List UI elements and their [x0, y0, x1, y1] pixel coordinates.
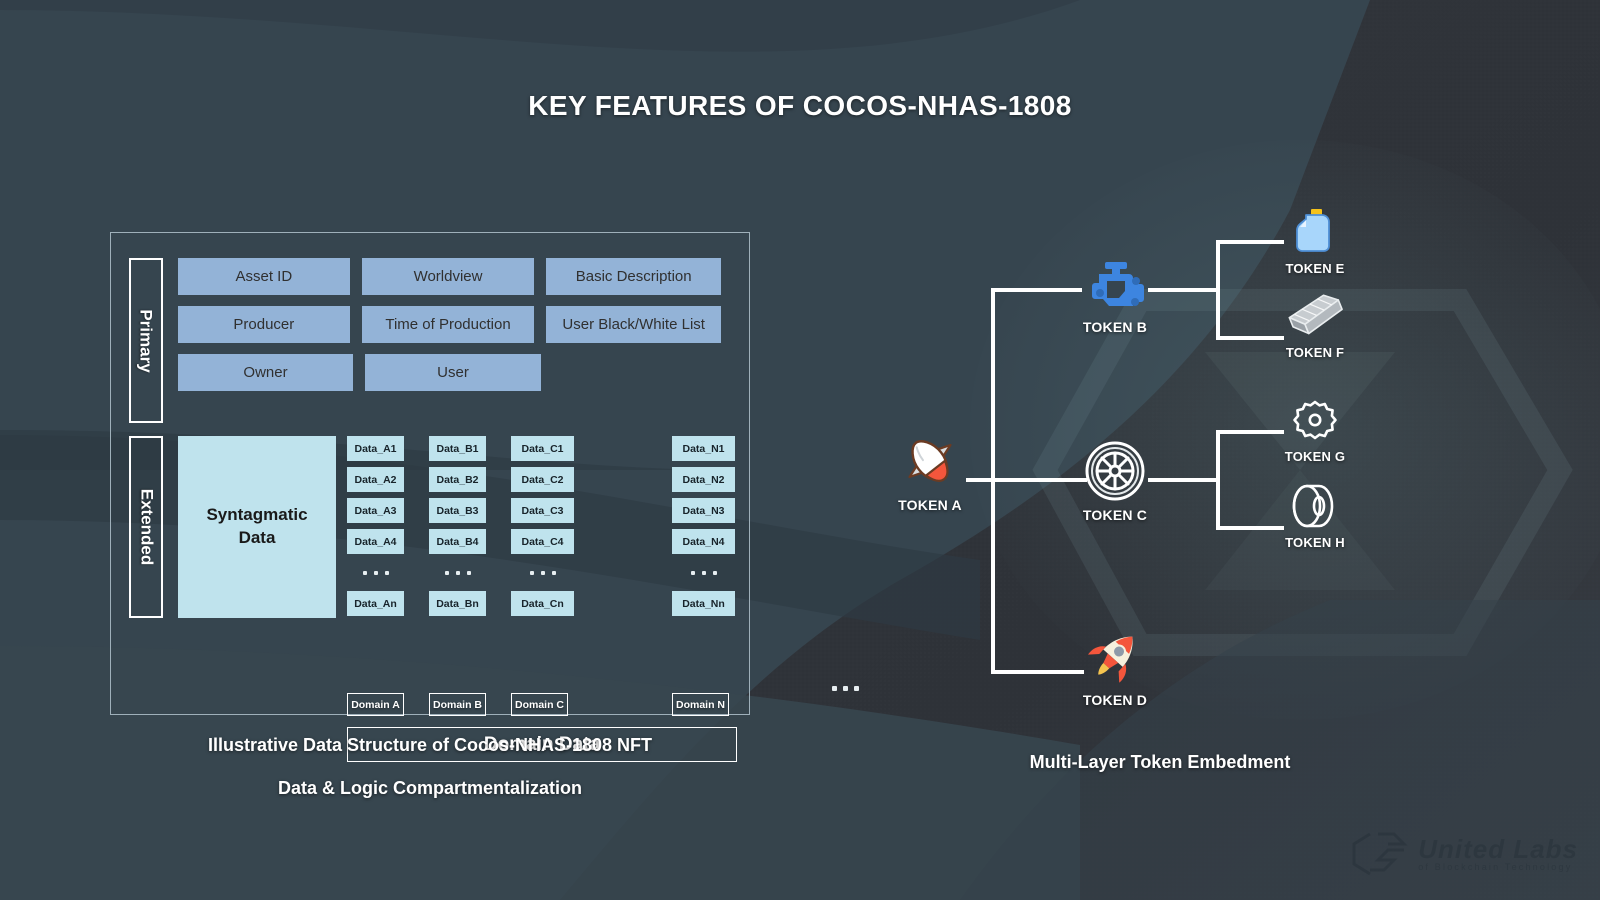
- token-node-b-label: TOKEN B: [1082, 319, 1148, 335]
- data-cell-last[interactable]: Data_Cn: [511, 591, 574, 616]
- token-node-g-label: TOKEN G: [1284, 449, 1346, 464]
- space-shuttle-icon: [860, 430, 1000, 492]
- primary-field-asset-id[interactable]: Asset ID: [178, 258, 350, 295]
- watermark: United Labs of Blockchain Technology: [1348, 830, 1578, 878]
- token-node-f[interactable]: TOKEN F: [1245, 292, 1385, 360]
- token-node-b[interactable]: TOKEN B: [1045, 252, 1185, 335]
- page-title: KEY FEATURES OF COCOS-NHAS-1808: [528, 90, 1072, 121]
- oil-jug-icon: [1245, 208, 1385, 256]
- rocket-icon: [1045, 625, 1185, 687]
- data-cell-last[interactable]: Data_An: [347, 591, 404, 616]
- gear-icon: [1245, 396, 1385, 444]
- domain-chip-row: Domain A Domain B Domain C Domain N: [347, 693, 737, 717]
- token-node-h[interactable]: TOKEN H: [1245, 482, 1385, 550]
- data-column-a: Data_A1 Data_A2 Data_A3 Data_A4 Data_An: [347, 436, 404, 622]
- column-ellipsis: [429, 560, 486, 585]
- token-node-h-label: TOKEN H: [1285, 535, 1345, 550]
- token-node-d[interactable]: TOKEN D: [1045, 625, 1185, 708]
- primary-field-user[interactable]: User: [365, 354, 541, 391]
- right-caption: Multi-Layer Token Embedment: [1029, 752, 1291, 772]
- watermark-main: United Labs: [1418, 833, 1578, 864]
- token-node-f-label: TOKEN F: [1285, 345, 1345, 360]
- primary-field-owner[interactable]: Owner: [178, 354, 353, 391]
- data-cell[interactable]: Data_N2: [672, 467, 735, 492]
- domain-chip-n[interactable]: Domain N: [672, 693, 729, 716]
- primary-field-producer[interactable]: Producer: [178, 306, 350, 343]
- data-cell[interactable]: Data_C3: [511, 498, 574, 523]
- data-cell[interactable]: Data_B4: [429, 529, 486, 554]
- primary-field-user-black-white-list[interactable]: User Black/White List: [546, 306, 721, 343]
- data-cell-last[interactable]: Data_Nn: [672, 591, 735, 616]
- wheel-rim-icon: [1045, 440, 1185, 502]
- primary-row: Asset ID Worldview Basic Description: [178, 258, 733, 295]
- syntagmatic-data-label: Syntagmatic Data: [206, 505, 308, 547]
- token-node-e-label: TOKEN E: [1285, 261, 1345, 276]
- section-tag-extended: Extended: [129, 436, 163, 618]
- watermark-text: United Labs of Blockchain Technology: [1418, 833, 1578, 873]
- united-labs-logo-icon: [1352, 832, 1408, 876]
- engine-icon: [1045, 252, 1185, 314]
- column-ellipsis: [347, 560, 404, 585]
- domain-chip-c[interactable]: Domain C: [511, 693, 568, 716]
- data-column-c: Data_C1 Data_C2 Data_C3 Data_C4 Data_Cn: [511, 436, 574, 622]
- data-cell[interactable]: Data_C4: [511, 529, 574, 554]
- column-ellipsis: [672, 560, 735, 585]
- primary-field-worldview[interactable]: Worldview: [361, 258, 535, 295]
- section-tag-primary-label: Primary: [137, 308, 157, 373]
- data-cell[interactable]: Data_C1: [511, 436, 574, 461]
- data-cell[interactable]: Data_N1: [672, 436, 735, 461]
- data-cell[interactable]: Data_A3: [347, 498, 404, 523]
- column-ellipsis: [511, 560, 574, 585]
- token-node-c[interactable]: TOKEN C: [1045, 440, 1185, 523]
- data-structure-panel: Primary Extended Asset ID Worldview Basi…: [110, 232, 859, 762]
- air-filter-icon: [1245, 292, 1385, 340]
- tire-icon: [1245, 482, 1385, 530]
- data-column-b: Data_B1 Data_B2 Data_B3 Data_B4 Data_Bn: [429, 436, 486, 622]
- domain-chip-a[interactable]: Domain A: [347, 693, 404, 716]
- token-node-e[interactable]: TOKEN E: [1245, 208, 1385, 276]
- token-node-a-label: TOKEN A: [898, 497, 962, 513]
- token-node-a[interactable]: TOKEN A: [860, 430, 1000, 513]
- data-cell[interactable]: Data_A4: [347, 529, 404, 554]
- data-cell[interactable]: Data_B2: [429, 467, 486, 492]
- watermark-sub: of Blockchain Technology: [1418, 861, 1573, 872]
- data-cell[interactable]: Data_C2: [511, 467, 574, 492]
- primary-row: Owner User: [178, 354, 733, 391]
- data-column-n: Data_N1 Data_N2 Data_N3 Data_N4 Data_Nn: [672, 436, 735, 622]
- data-cell-last[interactable]: Data_Bn: [429, 591, 486, 616]
- left-caption-line-2: Data & Logic Compartmentalization: [277, 778, 583, 798]
- data-cell[interactable]: Data_B1: [429, 436, 486, 461]
- token-embedment-diagram: TOKEN A TOKEN B TOKEN C TOKEN D TOKEN E …: [850, 180, 1470, 800]
- section-tag-primary: Primary: [129, 258, 163, 423]
- data-cell[interactable]: Data_A2: [347, 467, 404, 492]
- data-cell[interactable]: Data_A1: [347, 436, 404, 461]
- section-tag-extended-label: Extended: [137, 488, 156, 566]
- domain-data-columns: Data_A1 Data_A2 Data_A3 Data_A4 Data_An …: [347, 436, 859, 691]
- primary-field-time-of-production[interactable]: Time of Production: [361, 306, 535, 343]
- domain-chip-b[interactable]: Domain B: [429, 693, 486, 716]
- data-cell[interactable]: Data_N3: [672, 498, 735, 523]
- left-caption-line-1: Illustrative Data Structure of Cocos-NHA…: [207, 735, 653, 755]
- primary-field-basic-description[interactable]: Basic Description: [546, 258, 721, 295]
- syntagmatic-data-box[interactable]: Syntagmatic Data: [178, 436, 336, 618]
- token-node-d-label: TOKEN D: [1082, 692, 1148, 708]
- left-caption-block: Illustrative Data Structure of Cocos-NHA…: [110, 735, 750, 821]
- data-cell[interactable]: Data_N4: [672, 529, 735, 554]
- token-node-g[interactable]: TOKEN G: [1245, 396, 1385, 464]
- token-node-c-label: TOKEN C: [1082, 507, 1148, 523]
- primary-attributes-grid: Asset ID Worldview Basic Description Pro…: [178, 258, 733, 402]
- data-cell[interactable]: Data_B3: [429, 498, 486, 523]
- primary-row: Producer Time of Production User Black/W…: [178, 306, 733, 343]
